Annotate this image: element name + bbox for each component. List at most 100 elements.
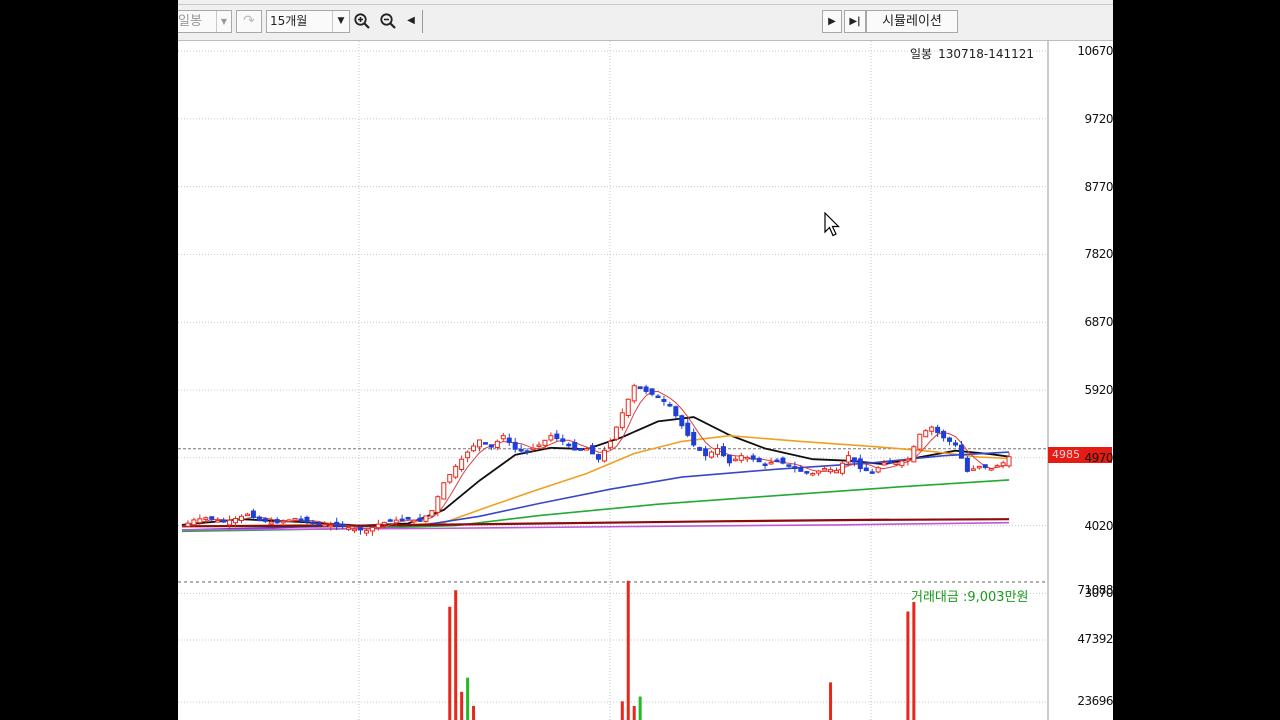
volume-tick-label: 23696: [1077, 694, 1113, 708]
price-chart[interactable]: [178, 41, 1113, 720]
zoom-in-icon: [354, 13, 370, 29]
candlestick: [637, 386, 643, 390]
candlestick: [488, 444, 494, 451]
candlestick: [274, 517, 280, 524]
candlestick: [1000, 460, 1006, 469]
redo-icon: ↷: [243, 13, 255, 29]
candlestick: [875, 465, 881, 474]
candlestick: [667, 401, 673, 408]
price-tick-label: 10670: [1077, 44, 1113, 58]
candlestick: [477, 439, 482, 452]
chart-window: 일봉 ▼ ↷ 15개월 ▼ ◀ ▶ ▶| 시뮬레이션 일봉 130718-141…: [178, 0, 1113, 720]
candlestick: [810, 472, 816, 477]
scroll-left-button[interactable]: ◀: [402, 10, 420, 33]
candlestick: [471, 442, 477, 453]
play-button[interactable]: ▶: [822, 10, 842, 33]
skip-end-button[interactable]: ▶|: [844, 10, 866, 33]
candlestick: [839, 461, 845, 476]
candlestick: [465, 450, 471, 463]
volume-bar: [466, 677, 470, 720]
candlestick: [857, 454, 863, 473]
candlestick: [369, 526, 375, 536]
price-tick-label: 4970: [1084, 450, 1113, 465]
candlestick: [673, 405, 679, 420]
candlestick: [554, 430, 560, 442]
candlestick: [697, 446, 703, 451]
price-tick-label: 9720: [1084, 111, 1113, 126]
volume-bar: [632, 706, 636, 720]
candlestick: [762, 462, 768, 469]
candlestick: [929, 425, 935, 436]
candlestick: [816, 469, 822, 476]
candlestick: [239, 514, 244, 524]
candlestick: [732, 456, 738, 462]
candlestick: [947, 436, 953, 446]
candlestick: [506, 433, 512, 446]
chart-toolbar: 일봉 ▼ ↷ 15개월 ▼ ◀ ▶ ▶| 시뮬레이션: [178, 0, 1113, 41]
simulation-button[interactable]: 시뮬레이션: [866, 10, 958, 33]
candlestick: [185, 520, 191, 527]
period-select[interactable]: 일봉 ▼: [178, 10, 232, 33]
candlestick: [256, 515, 262, 522]
candlestick: [804, 470, 810, 475]
zoom-out-icon: [380, 13, 396, 29]
play-icon: ▶: [828, 16, 836, 27]
chevron-down-icon: ▼: [332, 11, 349, 32]
candlestick: [964, 456, 970, 473]
candlestick: [911, 444, 917, 463]
zoom-in-button[interactable]: [350, 10, 374, 33]
chevron-down-icon: ▼: [216, 11, 231, 32]
candlestick: [661, 395, 667, 406]
candlestick: [405, 516, 411, 520]
candlestick: [715, 443, 720, 458]
candlestick: [899, 459, 905, 469]
moving-average-line: [181, 434, 1010, 528]
volume-bar: [912, 602, 916, 720]
volume-info: 거래대금 :9,003만원: [911, 590, 1029, 605]
candlestick: [387, 518, 393, 522]
price-tick-label: 6870: [1084, 315, 1113, 330]
candlestick: [209, 516, 215, 522]
chart-info: 일봉 130718-141121: [910, 45, 1040, 62]
candlestick: [250, 508, 256, 519]
candlestick: [447, 474, 453, 484]
period-select-value: 일봉: [178, 14, 202, 29]
candlestick: [292, 517, 298, 521]
volume-bar: [472, 706, 476, 720]
candlestick: [399, 514, 405, 522]
volume-bar: [906, 611, 910, 720]
volume-bar: [638, 696, 642, 720]
candlestick: [744, 455, 750, 463]
volume-bar: [448, 606, 452, 720]
candlestick: [548, 432, 554, 442]
chevron-left-icon: ◀: [407, 15, 415, 26]
candlestick: [792, 461, 798, 473]
candlestick: [679, 414, 685, 429]
range-select-value: 15개월: [270, 14, 308, 28]
simulation-label: 시뮬레이션: [882, 14, 942, 29]
candlestick: [774, 457, 780, 463]
candlestick: [619, 408, 625, 431]
candlestick: [643, 384, 649, 395]
chart-area[interactable]: 일봉 130718-141121 거래대금 :9,003만원 4985 10670…: [178, 41, 1113, 720]
candlestick: [750, 453, 756, 462]
candlestick: [482, 442, 488, 445]
candlestick: [786, 464, 792, 468]
volume-bar: [626, 580, 630, 720]
chart-date-range: 130718-141121: [938, 47, 1035, 61]
candlestick: [958, 440, 964, 459]
zoom-out-button[interactable]: [376, 10, 400, 33]
candlestick: [221, 517, 227, 523]
candlestick: [441, 481, 447, 500]
candlestick: [631, 383, 637, 404]
volume-bar: [454, 590, 458, 720]
candlestick: [227, 515, 233, 530]
redo-button[interactable]: ↷: [236, 10, 262, 33]
candlestick: [578, 447, 584, 451]
candlestick: [625, 398, 631, 418]
candlestick: [828, 467, 834, 475]
price-tick-label: 7820: [1084, 247, 1113, 262]
candlestick: [566, 442, 572, 448]
candlestick: [423, 515, 429, 523]
range-select[interactable]: 15개월 ▼: [266, 10, 350, 33]
